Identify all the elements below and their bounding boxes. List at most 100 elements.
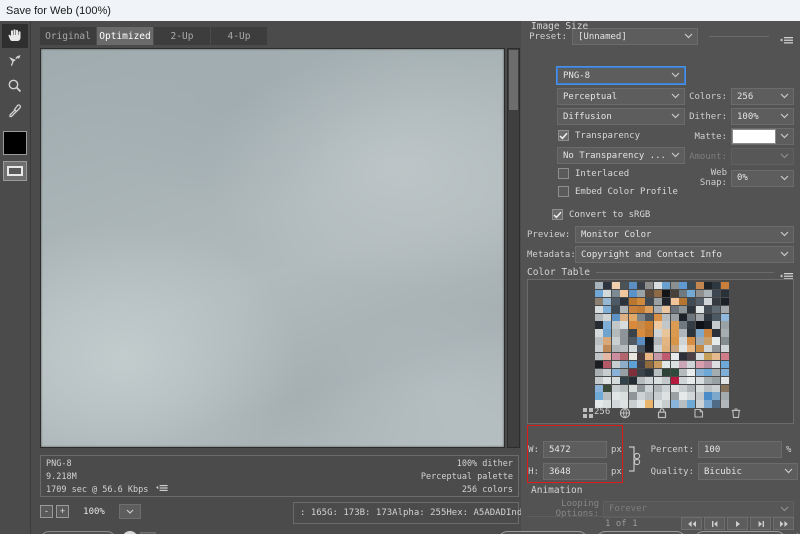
color-swatch[interactable] <box>687 313 696 321</box>
color-swatch[interactable] <box>595 297 603 306</box>
toggle-slices-visibility-button[interactable] <box>3 161 27 181</box>
color-swatch[interactable] <box>687 305 696 313</box>
color-table-swatches[interactable] <box>595 282 729 408</box>
color-swatch[interactable] <box>611 376 620 384</box>
color-swatch[interactable] <box>611 384 620 392</box>
color-swatch[interactable] <box>678 337 687 345</box>
color-swatch[interactable] <box>595 360 603 369</box>
color-swatch[interactable] <box>645 360 654 369</box>
color-swatch[interactable] <box>695 305 704 313</box>
color-swatch[interactable] <box>628 321 637 329</box>
color-swatch[interactable] <box>603 337 612 345</box>
color-swatch[interactable] <box>687 345 696 353</box>
color-swatch[interactable] <box>611 321 620 329</box>
color-swatch[interactable] <box>678 329 687 337</box>
color-swatch[interactable] <box>603 329 612 337</box>
color-swatch[interactable] <box>636 313 645 321</box>
color-table-menu-icon[interactable] <box>780 267 794 280</box>
color-swatch[interactable] <box>670 313 679 321</box>
color-swatch[interactable] <box>620 376 629 384</box>
color-swatch[interactable] <box>611 289 620 298</box>
dither-amount-dropdown[interactable]: 100% <box>731 108 794 125</box>
embed-color-profile-checkbox-row[interactable]: Embed Color Profile <box>558 186 678 197</box>
color-swatch[interactable] <box>636 329 645 337</box>
color-swatch[interactable] <box>595 289 603 298</box>
color-swatch[interactable] <box>620 321 629 329</box>
color-swatch[interactable] <box>653 360 662 369</box>
color-swatch[interactable] <box>636 282 645 290</box>
transparency-checkbox[interactable] <box>558 130 569 141</box>
color-swatch[interactable] <box>628 329 637 337</box>
color-swatch[interactable] <box>720 313 729 321</box>
color-swatch[interactable] <box>653 368 662 377</box>
color-swatch[interactable] <box>620 337 629 345</box>
color-swatch[interactable] <box>662 329 671 337</box>
color-swatch[interactable] <box>611 305 620 313</box>
color-swatch[interactable] <box>687 376 696 384</box>
interlaced-checkbox[interactable] <box>558 168 569 179</box>
web-shift-button[interactable] <box>618 407 631 420</box>
color-swatch[interactable] <box>645 313 654 321</box>
metadata-dropdown[interactable]: Copyright and Contact Info <box>575 246 794 263</box>
color-swatch[interactable] <box>687 368 696 377</box>
color-swatch[interactable] <box>695 321 704 329</box>
color-swatch[interactable] <box>628 297 637 306</box>
color-swatch[interactable] <box>678 282 687 290</box>
color-swatch[interactable] <box>687 392 696 400</box>
tab-optimized[interactable]: Optimized <box>97 26 153 45</box>
color-swatch[interactable] <box>620 313 629 321</box>
color-swatch[interactable] <box>628 305 637 313</box>
color-swatch[interactable] <box>704 329 713 337</box>
color-swatch[interactable] <box>695 345 704 353</box>
interlaced-checkbox-row[interactable]: Interlaced <box>558 168 629 179</box>
color-swatch[interactable] <box>645 392 654 400</box>
new-color-button[interactable] <box>692 407 705 420</box>
color-swatch[interactable] <box>628 289 637 298</box>
zoom-tool[interactable] <box>2 74 28 98</box>
color-swatch[interactable] <box>662 345 671 353</box>
color-swatch[interactable] <box>695 384 704 392</box>
color-swatch[interactable] <box>611 313 620 321</box>
color-swatch[interactable] <box>712 345 721 353</box>
color-swatch[interactable] <box>653 313 662 321</box>
preset-dropdown[interactable]: [Unnamed] <box>572 28 698 45</box>
color-swatch[interactable] <box>653 384 662 392</box>
color-swatch[interactable] <box>603 345 612 353</box>
color-swatch[interactable] <box>645 368 654 377</box>
color-swatch[interactable] <box>695 360 704 369</box>
color-swatch[interactable] <box>670 321 679 329</box>
color-swatch[interactable] <box>645 321 654 329</box>
color-swatch[interactable] <box>712 305 721 313</box>
color-swatch[interactable] <box>678 305 687 313</box>
color-swatch[interactable] <box>712 392 721 400</box>
color-swatch[interactable] <box>720 345 729 353</box>
color-swatch[interactable] <box>720 282 729 290</box>
color-swatch[interactable] <box>695 392 704 400</box>
convert-to-srgb-checkbox-row[interactable]: Convert to sRGB <box>552 209 650 220</box>
convert-to-srgb-checkbox[interactable] <box>552 209 563 220</box>
color-swatch[interactable] <box>653 392 662 400</box>
color-swatch[interactable] <box>653 321 662 329</box>
resize-grip-icon[interactable] <box>791 525 799 534</box>
color-swatch[interactable] <box>662 384 671 392</box>
color-swatch[interactable] <box>687 282 696 290</box>
color-swatch[interactable] <box>653 376 662 384</box>
color-swatch[interactable] <box>653 297 662 306</box>
color-swatch[interactable] <box>712 360 721 369</box>
color-swatch[interactable] <box>695 368 704 377</box>
slice-select-tool[interactable] <box>2 49 28 73</box>
color-swatch[interactable] <box>645 329 654 337</box>
color-swatch[interactable] <box>704 384 713 392</box>
color-swatch[interactable] <box>712 297 721 306</box>
quality-dropdown[interactable]: Bicubic <box>698 463 798 480</box>
color-swatch[interactable] <box>611 337 620 345</box>
color-swatch[interactable] <box>620 392 629 400</box>
color-swatch[interactable] <box>704 289 713 298</box>
color-swatch[interactable] <box>662 321 671 329</box>
color-swatch[interactable] <box>662 376 671 384</box>
color-swatch[interactable] <box>628 337 637 345</box>
color-swatch[interactable] <box>695 337 704 345</box>
previous-frame-button[interactable] <box>704 517 725 530</box>
color-swatch[interactable] <box>620 289 629 298</box>
width-input[interactable]: 5472 <box>543 441 607 458</box>
